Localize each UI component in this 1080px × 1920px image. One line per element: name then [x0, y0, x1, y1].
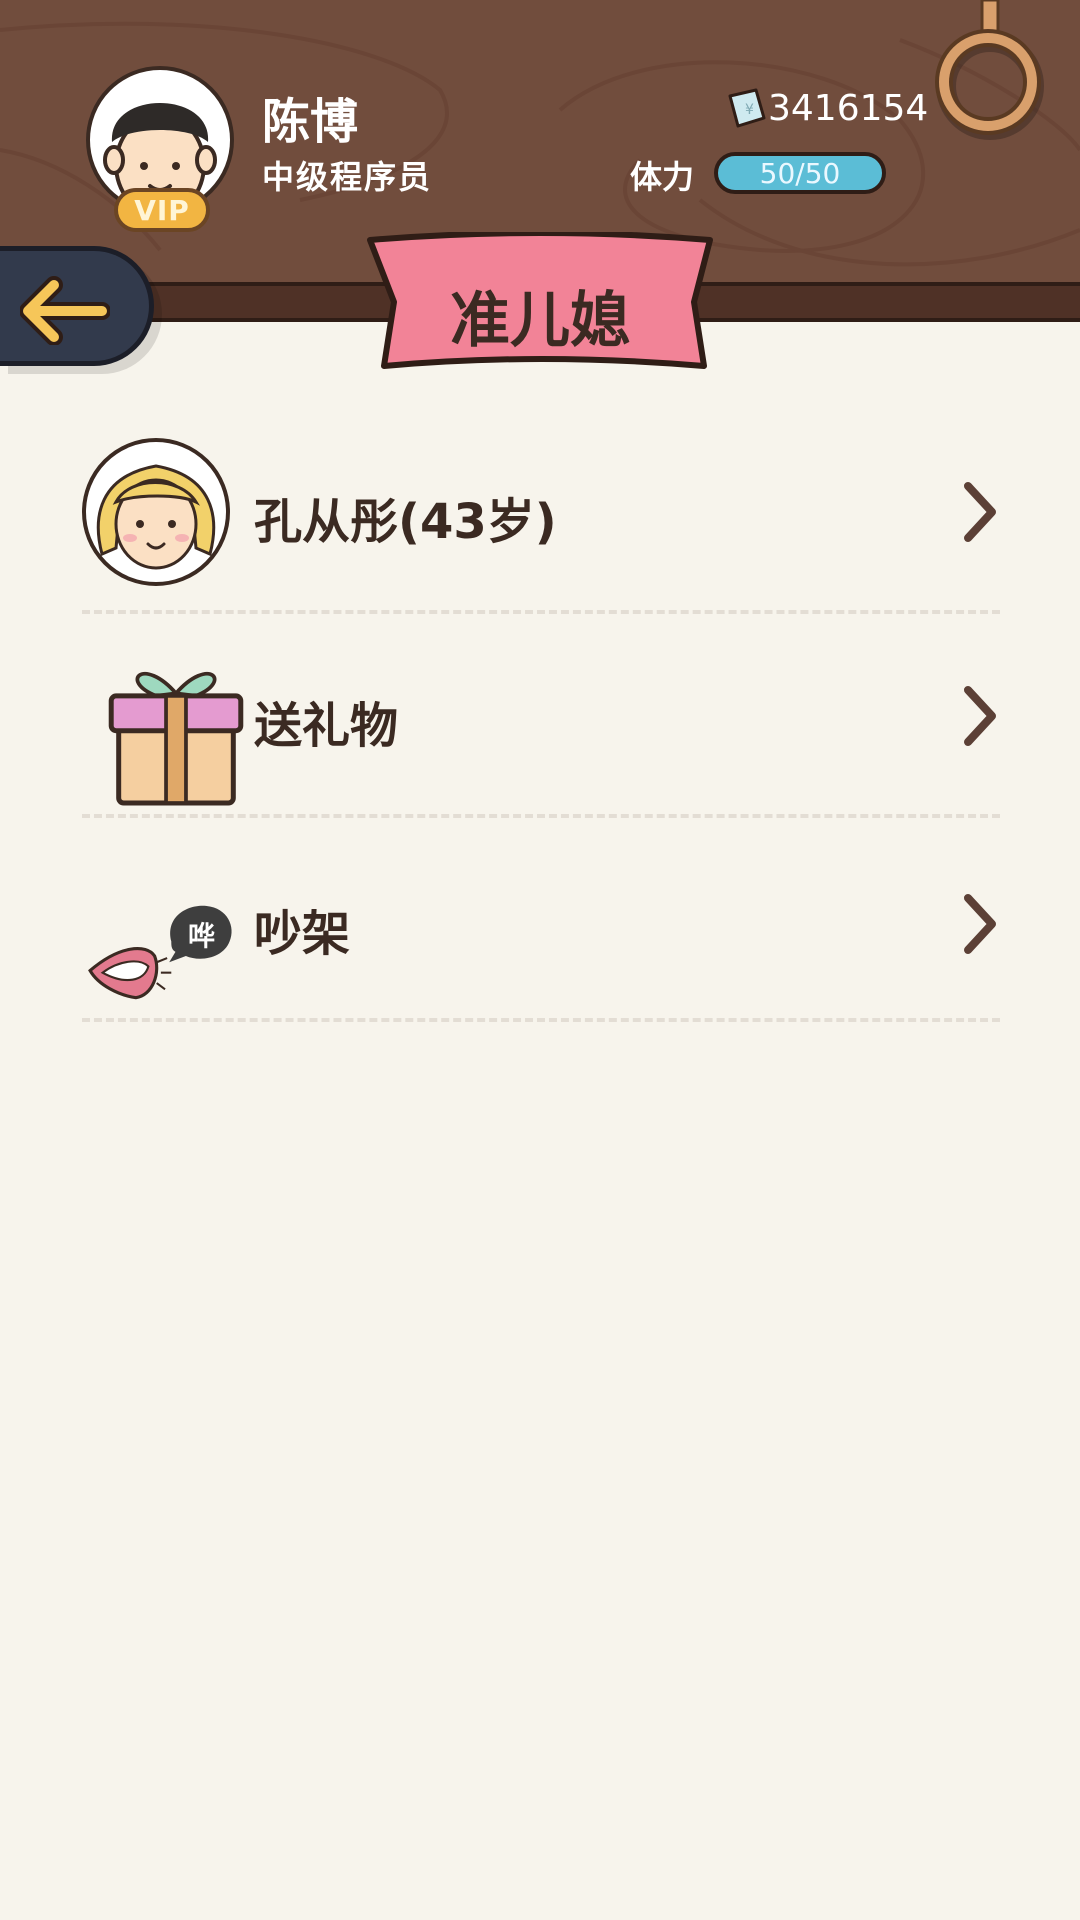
- menu-label-send-gift: 送礼物: [254, 698, 399, 754]
- stamina-value: 50/50: [759, 156, 841, 190]
- banknote-icon: ¥: [728, 88, 766, 128]
- row-divider: [82, 1018, 1000, 1022]
- row-divider: [82, 610, 1000, 614]
- chevron-right-icon: [964, 894, 996, 954]
- speech-bubble-text: 哗: [188, 921, 215, 953]
- girl-avatar-icon: [82, 438, 230, 586]
- shouting-mouth-icon: 哗: [88, 905, 232, 1000]
- ring-hook-button[interactable]: [930, 0, 1050, 150]
- menu-row-quarrel[interactable]: 哗 吵架: [80, 872, 1000, 1076]
- player-job-title: 中级程序员: [262, 158, 433, 196]
- stamina-label: 体力: [630, 158, 695, 196]
- menu-row-send-gift[interactable]: 送礼物: [80, 656, 1000, 860]
- menu-label-quarrel: 吵架: [254, 906, 351, 962]
- chevron-right-icon: [964, 482, 996, 542]
- player-name: 陈博: [262, 94, 359, 150]
- svg-text:¥: ¥: [745, 102, 754, 118]
- money-amount: 3416154: [768, 88, 929, 129]
- back-arrow-icon: [20, 276, 110, 345]
- gift-icon: [108, 672, 244, 806]
- vip-badge: VIP: [114, 188, 210, 232]
- chevron-right-icon: [964, 686, 996, 746]
- page-title: 准儿媳: [450, 286, 630, 356]
- menu-label-profile: 孔从彤(43岁): [254, 494, 557, 550]
- back-button[interactable]: [0, 246, 154, 366]
- row-divider: [82, 814, 1000, 818]
- page-title-banner: 准儿媳: [364, 232, 716, 374]
- stamina-bar: 50/50: [714, 152, 886, 194]
